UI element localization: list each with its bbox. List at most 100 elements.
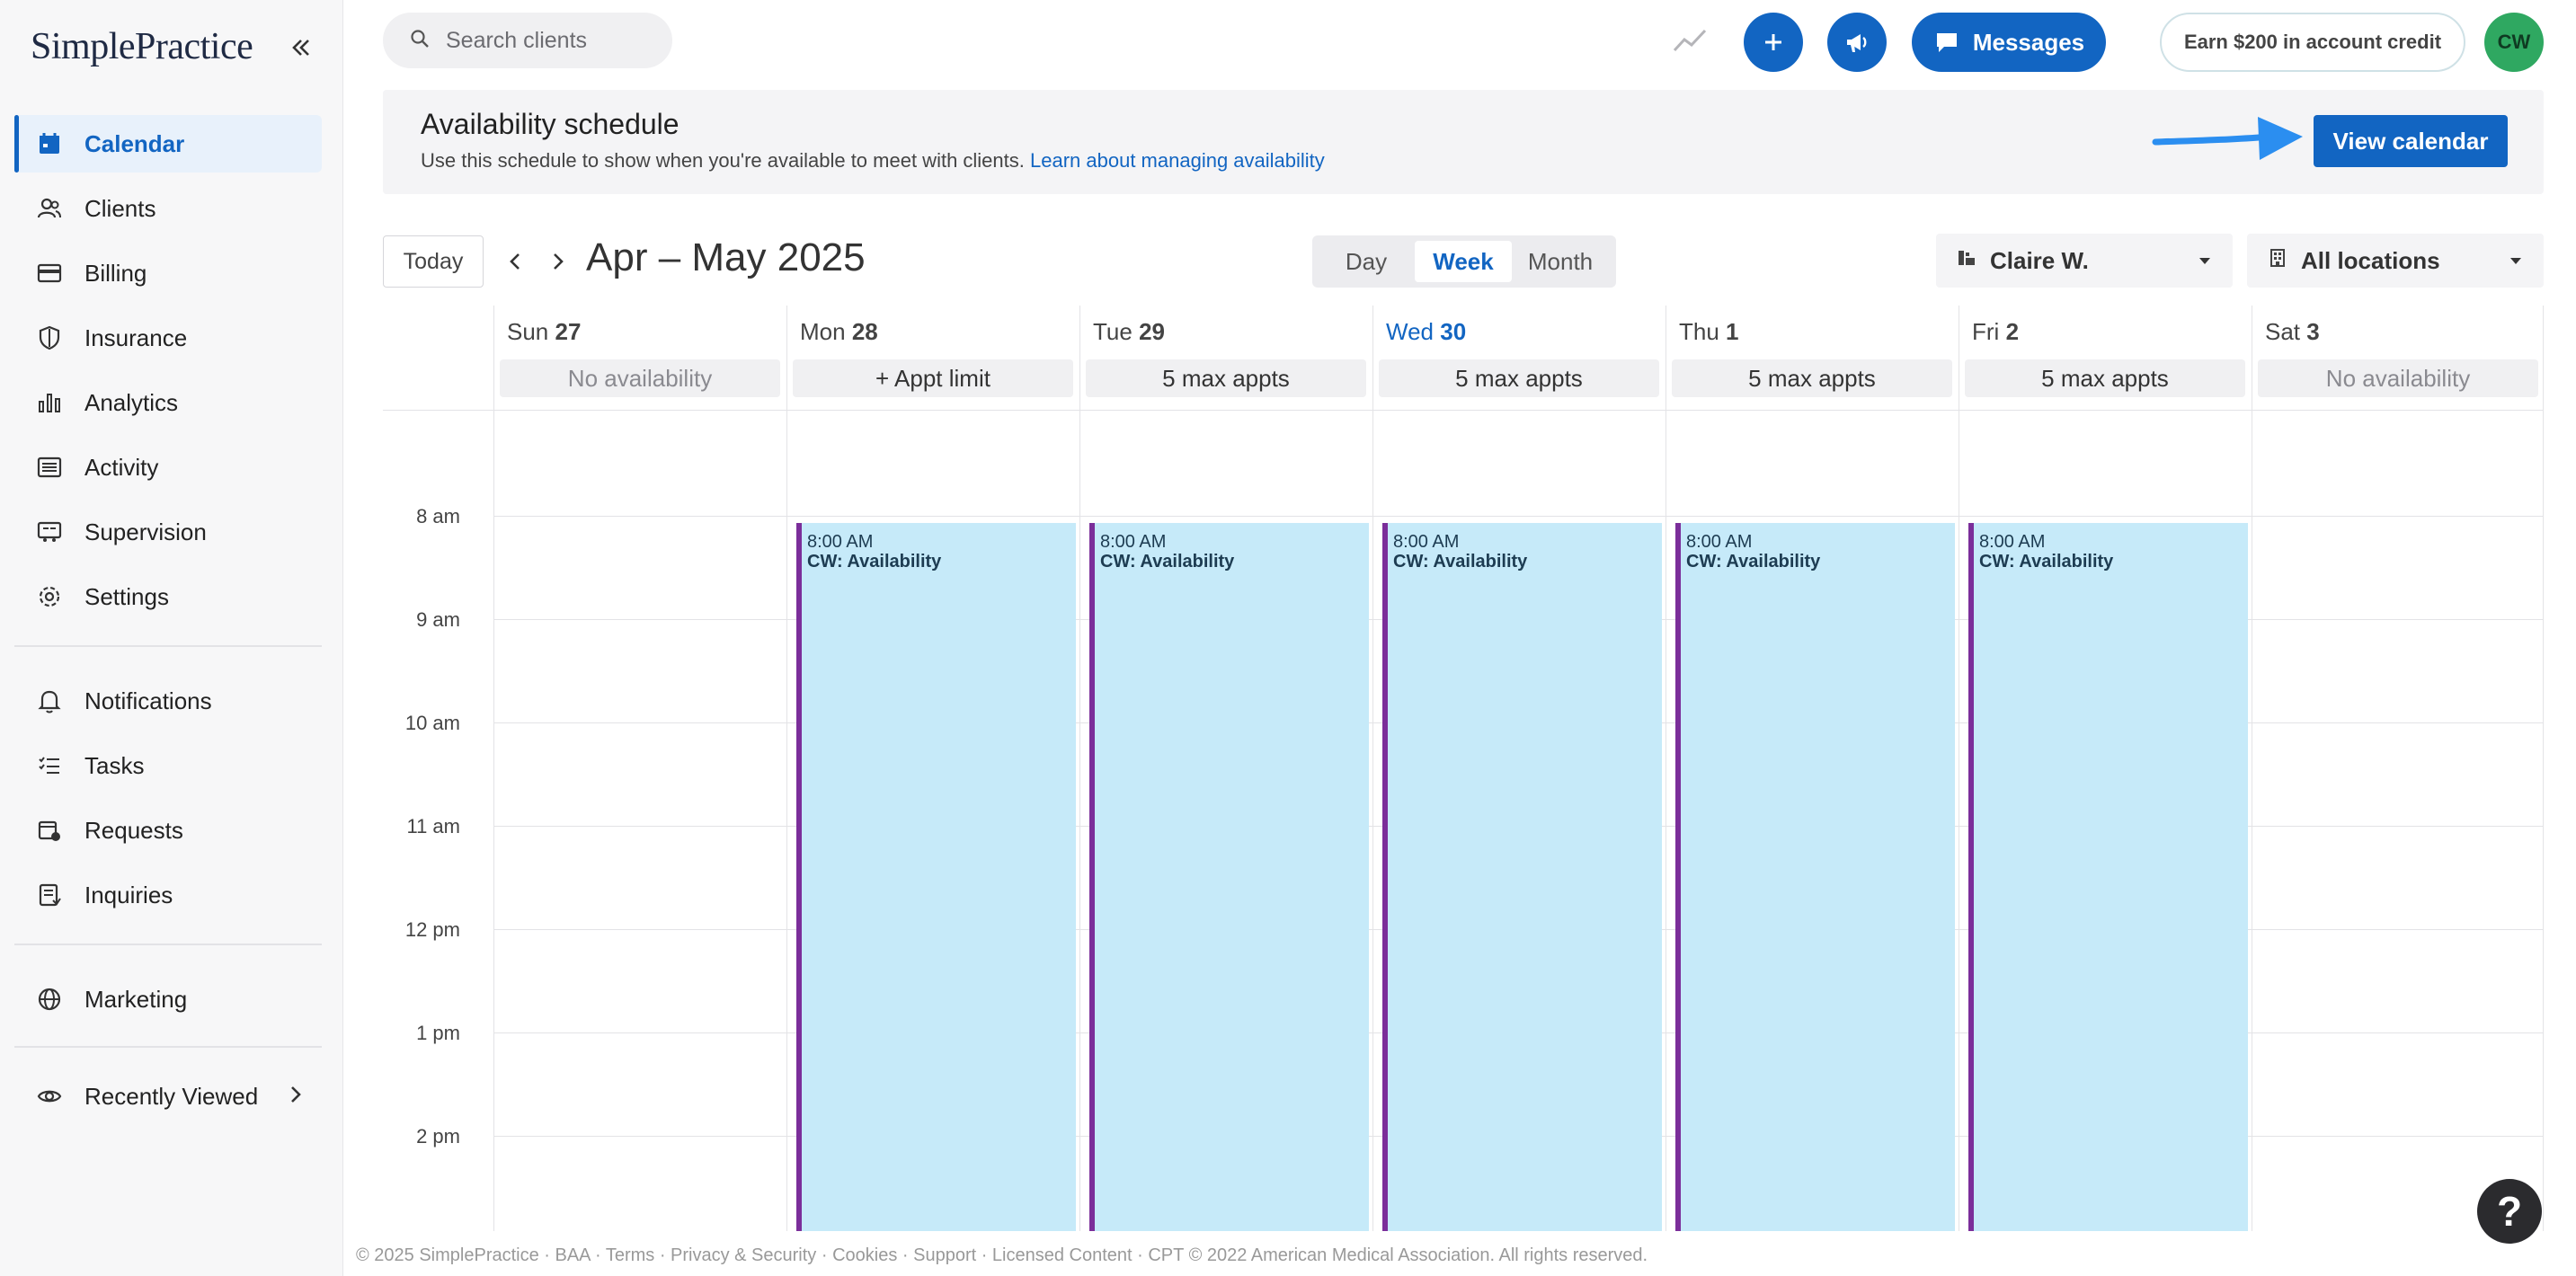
sidebar-divider: [14, 1046, 322, 1048]
sidebar-item-activity[interactable]: Activity: [14, 439, 322, 496]
day-header-tue[interactable]: Tue 29: [1093, 318, 1165, 346]
search-box[interactable]: [383, 13, 672, 68]
messages-button[interactable]: Messages: [1912, 13, 2106, 72]
hour-line: [493, 516, 2544, 517]
sidebar-item-settings[interactable]: Settings: [14, 568, 322, 625]
users-icon: [32, 191, 67, 226]
gear-icon: [32, 580, 67, 614]
day-header-sun[interactable]: Sun 27: [507, 318, 581, 346]
sidebar-item-tasks[interactable]: Tasks: [14, 737, 322, 794]
chat-bubble-icon: [1936, 33, 1957, 52]
day-header-sat[interactable]: Sat 3: [2265, 318, 2320, 346]
add-button[interactable]: [1744, 13, 1803, 72]
event-title: CW: Availability: [1979, 552, 2114, 572]
simplepractice-logo[interactable]: SimplePractice: [31, 25, 253, 68]
availability-block-wed[interactable]: 8:00 AM CW: Availability: [1382, 523, 1662, 1231]
sidebar-item-label: Billing: [84, 259, 147, 287]
sidebar-item-clients[interactable]: Clients: [14, 180, 322, 237]
view-week-tab[interactable]: Week: [1415, 241, 1512, 282]
availability-chip-sat[interactable]: No availability: [2258, 359, 2538, 397]
sidebar-item-recently-viewed[interactable]: Recently Viewed: [14, 1068, 322, 1125]
day-of-week: Mon: [800, 318, 846, 345]
banner-description: Use this schedule to show when you're av…: [421, 149, 1325, 173]
column-divider: [786, 306, 787, 1231]
day-date: 1: [1726, 318, 1739, 345]
sidebar-item-label: Analytics: [84, 388, 179, 416]
view-toggle: Day Week Month: [1312, 235, 1616, 288]
availability-block-mon[interactable]: 8:00 AM CW: Availability: [796, 523, 1076, 1231]
list-icon: [32, 450, 67, 484]
location-name: All locations: [2301, 246, 2440, 274]
day-date: 3: [2306, 318, 2320, 345]
avatar[interactable]: CW: [2484, 13, 2544, 72]
search-input[interactable]: [446, 27, 653, 54]
sidebar-item-label: Requests: [84, 816, 183, 844]
sidebar-item-notifications[interactable]: Notifications: [14, 672, 322, 730]
sidebar-item-insurance[interactable]: Insurance: [14, 309, 322, 367]
availability-chip-wed[interactable]: 5 max appts: [1379, 359, 1659, 397]
bell-icon: [32, 684, 67, 718]
sidebar-item-supervision[interactable]: Supervision: [14, 503, 322, 561]
earn-credit-button[interactable]: Earn $200 in account credit: [2160, 13, 2465, 72]
sidebar-item-label: Calendar: [84, 129, 185, 157]
column-divider: [2543, 306, 2544, 1231]
sidebar-item-analytics[interactable]: Analytics: [14, 374, 322, 431]
availability-block-thu[interactable]: 8:00 AM CW: Availability: [1675, 523, 1955, 1231]
today-button[interactable]: Today: [383, 235, 484, 288]
day-of-week: Thu: [1679, 318, 1719, 345]
sidebar-item-calendar[interactable]: Calendar: [14, 115, 322, 173]
day-of-week: Tue: [1093, 318, 1133, 345]
column-divider: [493, 306, 494, 1231]
view-day-tab[interactable]: Day: [1318, 241, 1415, 282]
sidebar-item-requests[interactable]: Requests: [14, 802, 322, 859]
day-header-fri[interactable]: Fri 2: [1972, 318, 2019, 346]
arrow-pointer-icon: [2152, 110, 2305, 177]
previous-week-button[interactable]: [500, 246, 530, 277]
clinician-name: Claire W.: [1990, 246, 2089, 274]
day-header-thu[interactable]: Thu 1: [1679, 318, 1739, 346]
day-header-wed[interactable]: Wed 30: [1386, 318, 1466, 346]
next-week-button[interactable]: [543, 246, 573, 277]
announcements-button[interactable]: [1827, 13, 1887, 72]
banner-description-text: Use this schedule to show when you're av…: [421, 149, 1025, 172]
calendar-request-icon: [32, 813, 67, 847]
credit-card-icon: [32, 256, 67, 290]
sidebar-item-marketing[interactable]: Marketing: [14, 970, 322, 1028]
footer: © 2025 SimplePractice · BAA · Terms · Pr…: [356, 1245, 1648, 1265]
double-chevron-left-icon: [292, 40, 309, 56]
trend-icon[interactable]: [1672, 23, 1708, 64]
question-mark-icon: ?: [2496, 1188, 2523, 1235]
day-of-week: Sun: [507, 318, 549, 345]
chevron-left-icon: [510, 253, 520, 270]
sidebar-item-inquiries[interactable]: Inquiries: [14, 866, 322, 924]
view-calendar-button[interactable]: View calendar: [2314, 115, 2508, 167]
availability-chip-thu[interactable]: 5 max appts: [1672, 359, 1952, 397]
globe-icon: [32, 982, 67, 1016]
column-divider: [1079, 306, 1080, 1231]
location-dropdown[interactable]: All locations: [2247, 234, 2544, 288]
eye-icon: [32, 1079, 67, 1113]
learn-availability-link[interactable]: Learn about managing availability: [1030, 149, 1325, 172]
availability-chip-tue[interactable]: 5 max appts: [1086, 359, 1366, 397]
building-icon: [2267, 247, 2288, 275]
event-title: CW: Availability: [1393, 552, 1528, 572]
collapse-sidebar-button[interactable]: [286, 32, 316, 63]
view-month-tab[interactable]: Month: [1512, 241, 1609, 282]
day-date: 2: [2005, 318, 2020, 345]
time-label: 2 pm: [416, 1125, 460, 1148]
sidebar-item-label: Tasks: [84, 751, 145, 779]
clinician-dropdown[interactable]: Claire W.: [1936, 234, 2233, 288]
day-header-mon[interactable]: Mon 28: [800, 318, 878, 346]
sidebar-item-label: Supervision: [84, 518, 207, 545]
help-button[interactable]: ?: [2477, 1179, 2542, 1244]
availability-block-fri[interactable]: 8:00 AM CW: Availability: [1968, 523, 2248, 1231]
availability-chip-sun[interactable]: No availability: [500, 359, 780, 397]
megaphone-icon: [1847, 34, 1867, 52]
day-date: 28: [851, 318, 878, 345]
availability-chip-fri[interactable]: 5 max appts: [1965, 359, 2245, 397]
sidebar-item-label: Activity: [84, 453, 159, 481]
time-label: 11 am: [406, 815, 460, 837]
availability-chip-mon[interactable]: + Appt limit: [793, 359, 1073, 397]
sidebar-item-billing[interactable]: Billing: [14, 244, 322, 302]
availability-block-tue[interactable]: 8:00 AM CW: Availability: [1089, 523, 1369, 1231]
